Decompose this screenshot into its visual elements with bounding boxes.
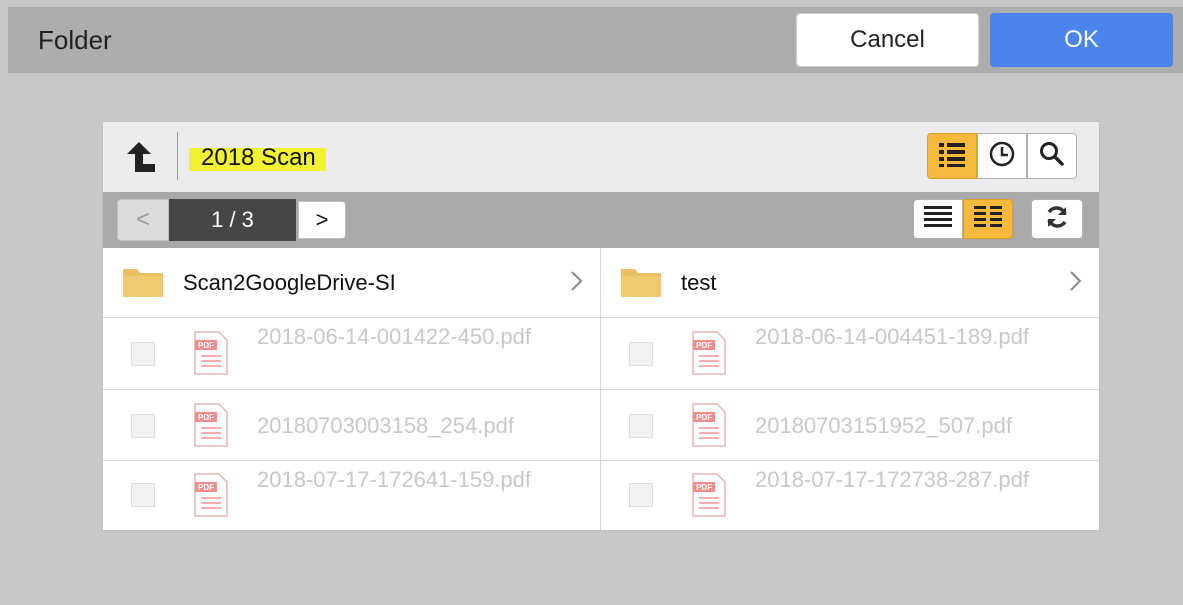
list-icon — [938, 141, 966, 172]
file-item: PDF 20180703151952_507.pdf — [601, 390, 1099, 461]
folder-item[interactable]: Scan2GoogleDrive-SI — [103, 248, 601, 318]
folder-item[interactable]: test — [601, 248, 1099, 318]
single-column-icon — [923, 205, 953, 234]
file-name: 2018-06-14-001422-450.pdf — [257, 324, 532, 349]
clock-icon — [988, 140, 1016, 173]
pdf-file-icon: PDF — [193, 330, 229, 376]
file-checkbox[interactable] — [131, 342, 155, 366]
arrow-up-icon[interactable] — [123, 138, 159, 174]
recent-button[interactable] — [977, 133, 1027, 179]
pdf-file-icon: PDF — [193, 402, 229, 448]
file-name: 2018-07-17-172738-287.pdf — [755, 467, 1030, 492]
folder-name: test — [681, 270, 717, 295]
file-checkbox[interactable] — [629, 483, 653, 507]
two-column-icon — [973, 205, 1003, 234]
single-column-button[interactable] — [913, 199, 963, 239]
page-indicator: 1 / 3 — [169, 199, 296, 241]
pagination-bar: < 1 / 3 > — [103, 192, 1099, 248]
chevron-right-icon — [570, 270, 584, 292]
cancel-button[interactable]: Cancel — [796, 13, 979, 67]
file-item: PDF 2018-06-14-004451-189.pdf — [601, 318, 1099, 390]
file-name: 20180703003158_254.pdf — [257, 413, 514, 438]
svg-text:PDF: PDF — [696, 483, 712, 492]
view-mode-group — [927, 133, 1077, 179]
ok-button[interactable]: OK — [990, 13, 1173, 67]
file-name: 2018-07-17-172641-159.pdf — [257, 467, 532, 492]
chevron-right-icon — [1069, 270, 1083, 292]
folder-icon — [621, 267, 661, 297]
file-name: 20180703151952_507.pdf — [755, 413, 1012, 438]
pdf-file-icon: PDF — [691, 472, 727, 518]
two-column-button[interactable] — [963, 199, 1013, 239]
file-checkbox[interactable] — [629, 414, 653, 438]
svg-text:PDF: PDF — [198, 483, 214, 492]
refresh-icon — [1044, 204, 1070, 235]
path-separator — [177, 132, 178, 180]
file-item: PDF 2018-07-17-172641-159.pdf — [103, 461, 601, 530]
file-checkbox[interactable] — [131, 483, 155, 507]
svg-text:PDF: PDF — [198, 413, 214, 422]
svg-text:PDF: PDF — [198, 341, 214, 350]
path-bar: 2018 Scan — [103, 122, 1099, 192]
dialog-header: Folder Cancel OK — [8, 7, 1183, 73]
search-icon — [1039, 141, 1065, 172]
pdf-file-icon: PDF — [691, 402, 727, 448]
file-item: PDF 2018-06-14-001422-450.pdf — [103, 318, 601, 390]
current-path: 2018 Scan — [189, 142, 326, 176]
folder-icon — [123, 267, 163, 297]
dialog-title: Folder — [38, 25, 112, 55]
layout-toggle-group — [913, 199, 1013, 239]
next-page-button[interactable]: > — [298, 201, 346, 239]
file-checkbox[interactable] — [131, 414, 155, 438]
folder-browser-panel: 2018 Scan < 1 / 3 > Scan2GoogleDrive-SI … — [102, 121, 1100, 531]
folder-name: Scan2GoogleDrive-SI — [183, 270, 396, 295]
list-view-button[interactable] — [927, 133, 977, 179]
svg-text:PDF: PDF — [696, 341, 712, 350]
prev-page-button[interactable]: < — [117, 199, 169, 241]
file-checkbox[interactable] — [629, 342, 653, 366]
pdf-file-icon: PDF — [691, 330, 727, 376]
file-item: PDF 2018-07-17-172738-287.pdf — [601, 461, 1099, 530]
refresh-button[interactable] — [1031, 199, 1083, 239]
pdf-file-icon: PDF — [193, 472, 229, 518]
svg-text:PDF: PDF — [696, 413, 712, 422]
search-button[interactable] — [1027, 133, 1077, 179]
file-name: 2018-06-14-004451-189.pdf — [755, 324, 1030, 349]
file-item: PDF 20180703003158_254.pdf — [103, 390, 601, 461]
